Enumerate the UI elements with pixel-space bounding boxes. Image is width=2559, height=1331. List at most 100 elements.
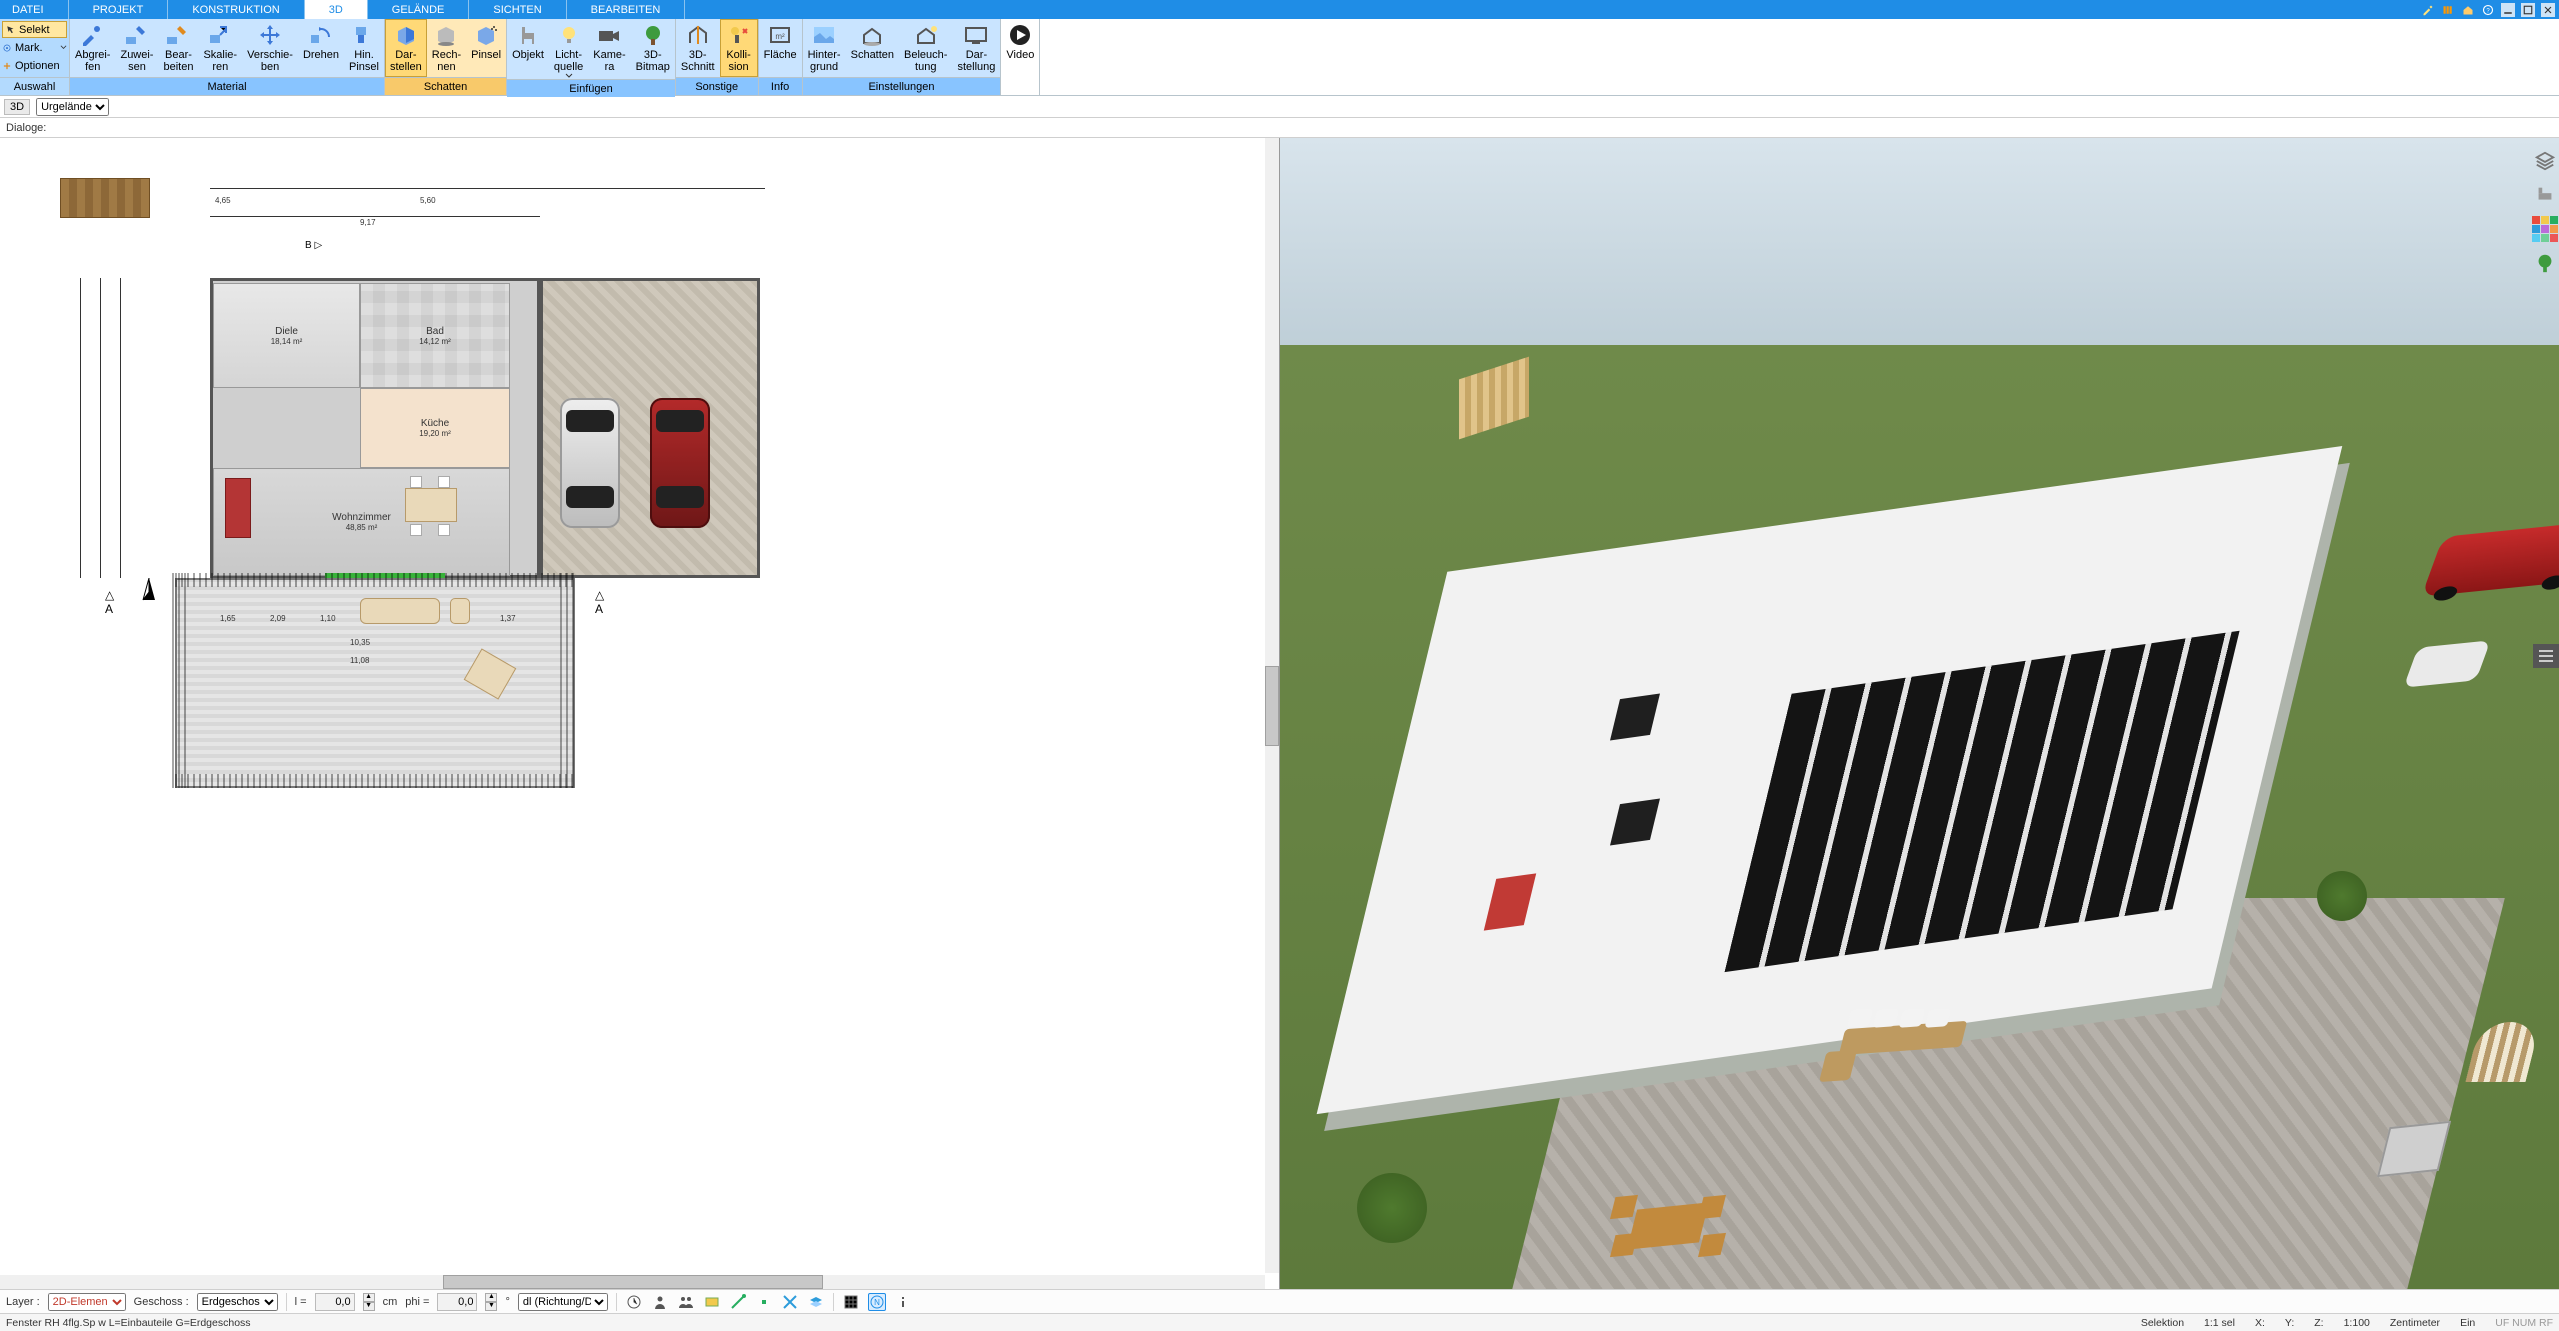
pane-2d[interactable]: 4,65 5,60 9,17 B ▷ Diele 18,14 m² Bad 14… (0, 138, 1280, 1289)
vegetation-icon[interactable] (2534, 252, 2556, 274)
btn-darstellung[interactable]: Dar- stellung (952, 19, 1000, 77)
person-icon[interactable] (651, 1293, 669, 1311)
camera-icon (595, 23, 623, 47)
clock-icon[interactable] (625, 1293, 643, 1311)
btn-rechnen[interactable]: Rech- nen (427, 19, 466, 77)
btn-flaeche[interactable]: m² Fläche (759, 19, 802, 77)
btn-zuweisen[interactable]: Zuwei- sen (115, 19, 158, 77)
geschoss-select[interactable]: Erdgeschos (197, 1293, 278, 1311)
btn-pinsel[interactable]: Pinsel (466, 19, 506, 77)
close-icon[interactable] (2541, 3, 2555, 17)
minimize-icon[interactable] (2501, 3, 2515, 17)
help-icon[interactable]: ? (2481, 3, 2495, 17)
dining-table-3d (1613, 1186, 1723, 1266)
scrollbar-horizontal[interactable] (0, 1275, 1265, 1289)
btn-schatten-label: Schatten (851, 49, 894, 61)
l-label: l = (295, 1296, 307, 1308)
l-spin[interactable]: ▲▼ (363, 1293, 375, 1311)
outdoor-chair (450, 598, 470, 624)
btn-objekt[interactable]: Objekt (507, 19, 549, 79)
shrub-3d (1357, 1173, 1427, 1243)
snap-mid-icon[interactable] (755, 1293, 773, 1311)
car-red (650, 398, 710, 528)
btn-kamera-label: Kame- ra (593, 49, 625, 73)
furniture-icon[interactable] (2534, 184, 2556, 206)
hedge (172, 573, 186, 788)
btn-hintergrund[interactable]: Hinter- grund (803, 19, 846, 77)
layers-icon[interactable] (2534, 150, 2556, 172)
btn-3dschnitt-label: 3D- Schnitt (681, 49, 715, 73)
svg-text:N: N (874, 1298, 880, 1307)
snap-end-icon[interactable] (729, 1293, 747, 1311)
btn-lichtquelle[interactable]: Licht- quelle (549, 19, 588, 79)
btn-darstellen[interactable]: Dar- stellen (385, 19, 427, 77)
btn-hinpinsel-label: Hin. Pinsel (349, 49, 379, 73)
btn-beleuchtung[interactable]: Beleuch- tung (899, 19, 952, 77)
btn-verschieben-label: Verschie- ben (247, 49, 293, 73)
menu-bearbeiten[interactable]: BEARBEITEN (567, 0, 686, 19)
snap-select[interactable]: dl (Richtung/Di (518, 1293, 608, 1311)
btn-darstellen-label: Dar- stellen (390, 49, 422, 73)
brush-icon (350, 23, 378, 47)
pane-drag-handle[interactable] (2533, 644, 2559, 668)
btn-skalieren[interactable]: Skalie- ren (198, 19, 242, 77)
options-button[interactable]: Optionen (2, 57, 67, 74)
terrain-select[interactable]: Urgelände (36, 98, 109, 116)
dim-twidth2: 11,08 (350, 656, 369, 665)
select-button[interactable]: Selekt (2, 21, 67, 38)
spray-icon (472, 23, 500, 47)
north-lock-icon[interactable]: N (868, 1293, 886, 1311)
people-icon[interactable] (677, 1293, 695, 1311)
pane-3d[interactable] (1280, 138, 2559, 1289)
grid-icon[interactable] (842, 1293, 860, 1311)
btn-kamera[interactable]: Kame- ra (588, 19, 630, 79)
menu-datei[interactable]: DATEI (0, 0, 69, 19)
menu-3d[interactable]: 3D (305, 0, 368, 19)
palette-icon[interactable] (2534, 218, 2556, 240)
library-icon[interactable] (2441, 3, 2455, 17)
l-input[interactable] (315, 1293, 355, 1311)
btn-drehen[interactable]: Drehen (298, 19, 344, 77)
einstellungen-group-label: Einstellungen (803, 77, 1001, 95)
phi-input[interactable] (437, 1293, 477, 1311)
btn-kollision[interactable]: Kolli- sion (720, 19, 758, 77)
btn-abgreifen[interactable]: Abgrei- fen (70, 19, 115, 77)
layer-select[interactable]: 2D-Elemen (48, 1293, 126, 1311)
btn-verschieben[interactable]: Verschie- ben (242, 19, 298, 77)
dim-w1: 4,65 (215, 196, 231, 205)
svg-text:?: ? (2486, 8, 2490, 14)
status-caps: UF NUM RF (2495, 1317, 2553, 1329)
mark-button[interactable]: Mark. (2, 39, 67, 56)
cursor-icon (6, 25, 16, 35)
dim-t2: 2,09 (270, 614, 286, 623)
mark-label: Mark. (15, 42, 57, 54)
scroll-thumb[interactable] (443, 1275, 823, 1289)
phi-spin[interactable]: ▲▼ (485, 1293, 497, 1311)
btn-skalieren-label: Skalie- ren (203, 49, 237, 73)
snap-perp-icon[interactable] (781, 1293, 799, 1311)
maximize-icon[interactable] (2521, 3, 2535, 17)
assign-icon (123, 23, 151, 47)
home-icon[interactable] (2461, 3, 2475, 17)
snap-layer-icon[interactable] (807, 1293, 825, 1311)
btn-video[interactable]: Video (1001, 19, 1039, 77)
phi-label: phi = (405, 1296, 429, 1308)
info-icon[interactable] (894, 1293, 912, 1311)
north-arrow-icon (138, 578, 160, 608)
sonstige-group-label: Sonstige (676, 77, 758, 95)
btn-schatten[interactable]: Schatten (846, 19, 899, 77)
btn-3dbitmap[interactable]: 3D- Bitmap (631, 19, 675, 79)
menu-projekt[interactable]: PROJEKT (69, 0, 169, 19)
menu-gelaende[interactable]: GELÄNDE (368, 0, 470, 19)
menu-konstruktion[interactable]: KONSTRUKTION (168, 0, 304, 19)
car-silver (560, 398, 620, 528)
scrollbar-vertical[interactable] (1265, 138, 1279, 1273)
btn-bearbeiten[interactable]: Bear- beiten (158, 19, 198, 77)
menu-sichten[interactable]: SICHTEN (469, 0, 566, 19)
btn-3dschnitt[interactable]: 3D- Schnitt (676, 19, 720, 77)
status-y: Y: (2285, 1317, 2294, 1329)
tools-icon[interactable] (2421, 3, 2435, 17)
layer-toggle-icon[interactable] (703, 1293, 721, 1311)
scroll-thumb[interactable] (1265, 666, 1279, 746)
btn-hinpinsel[interactable]: Hin. Pinsel (344, 19, 384, 77)
